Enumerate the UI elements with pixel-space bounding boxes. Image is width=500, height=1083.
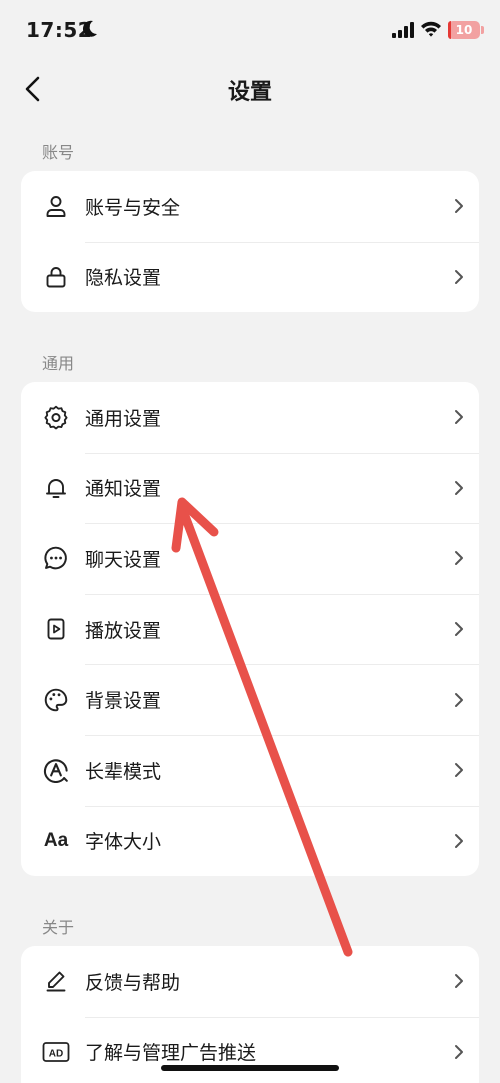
settings-item-label: 账号与安全 [85,196,181,219]
ad-icon-text: AD [49,1048,63,1059]
status-bar: 17:52 10 [0,0,500,60]
chevron-right-icon [455,833,463,848]
settings-item-font-size[interactable]: Aa 字体大小 [21,805,479,877]
settings-item-ad-management[interactable]: AD 了解与管理广告推送 [21,1016,479,1083]
section-label-about: 关于 [42,918,75,937]
home-indicator [161,1065,339,1071]
wifi-icon [421,21,441,37]
bell-icon [46,478,66,498]
settings-item-label: 聊天设置 [85,548,162,571]
settings-item-elder-mode[interactable]: 长辈模式 [21,734,479,806]
battery-fill [448,21,452,39]
account-card: 账号与安全 隐私设置 [21,171,479,313]
settings-item-label: 背景设置 [85,690,162,713]
chevron-right-icon [455,622,463,637]
edit-icon [46,971,66,992]
settings-item-label: 播放设置 [85,619,162,642]
chevron-right-icon [455,763,463,778]
settings-item-chat[interactable]: 聊天设置 [21,523,479,594]
settings-item-label: 通知设置 [85,478,162,501]
settings-item-feedback[interactable]: 反馈与帮助 [21,946,479,1017]
settings-item-label: 反馈与帮助 [85,971,181,994]
section-label-general: 通用 [42,354,75,373]
chevron-right-icon [455,199,463,214]
chevron-right-icon [455,974,463,989]
chevron-right-icon [455,692,463,707]
settings-item-label: 字体大小 [85,831,162,854]
settings-item-playback[interactable]: 播放设置 [21,593,479,665]
battery-level: 10 [455,23,473,37]
settings-item-background[interactable]: 背景设置 [21,664,479,735]
settings-item-label: 隐私设置 [85,267,162,290]
chevron-right-icon [455,480,463,495]
settings-item-notifications[interactable]: 通知设置 [21,452,479,524]
settings-item-account-security[interactable]: 账号与安全 [21,171,479,242]
battery-indicator: 10 [448,21,480,39]
settings-item-label: 了解与管理广告推送 [85,1042,257,1065]
settings-item-privacy[interactable]: 隐私设置 [21,241,479,313]
chevron-right-icon [455,410,463,425]
font-size-icon: Aa [43,829,69,851]
lock-icon [46,266,66,288]
elder-mode-icon [43,759,68,784]
section-label-account: 账号 [42,143,75,162]
about-card: 反馈与帮助 AD 了解与管理广告推送 [21,946,479,1083]
chat-bubble-icon [44,547,67,570]
nav-bar: 设置 [0,60,500,118]
settings-item-general[interactable]: 通用设置 [21,382,479,453]
chevron-right-icon [455,269,463,284]
page-title: 设置 [227,80,272,105]
settings-item-label: 通用设置 [85,407,162,430]
moon-icon [82,20,97,37]
user-icon [46,196,66,218]
settings-item-label: 长辈模式 [85,760,162,783]
palette-icon [44,688,68,711]
signal-icon [392,22,414,38]
chevron-right-icon [455,1044,463,1059]
play-icon [47,618,65,640]
ad-icon: AD [42,1041,70,1062]
chevron-right-icon [455,551,463,566]
gear-icon [44,406,68,430]
battery-cap [481,26,484,34]
general-card: 通用设置 通知设置 聊天设置 播放设置 背景设置 长辈模式 Aa 字体大小 [21,382,479,877]
